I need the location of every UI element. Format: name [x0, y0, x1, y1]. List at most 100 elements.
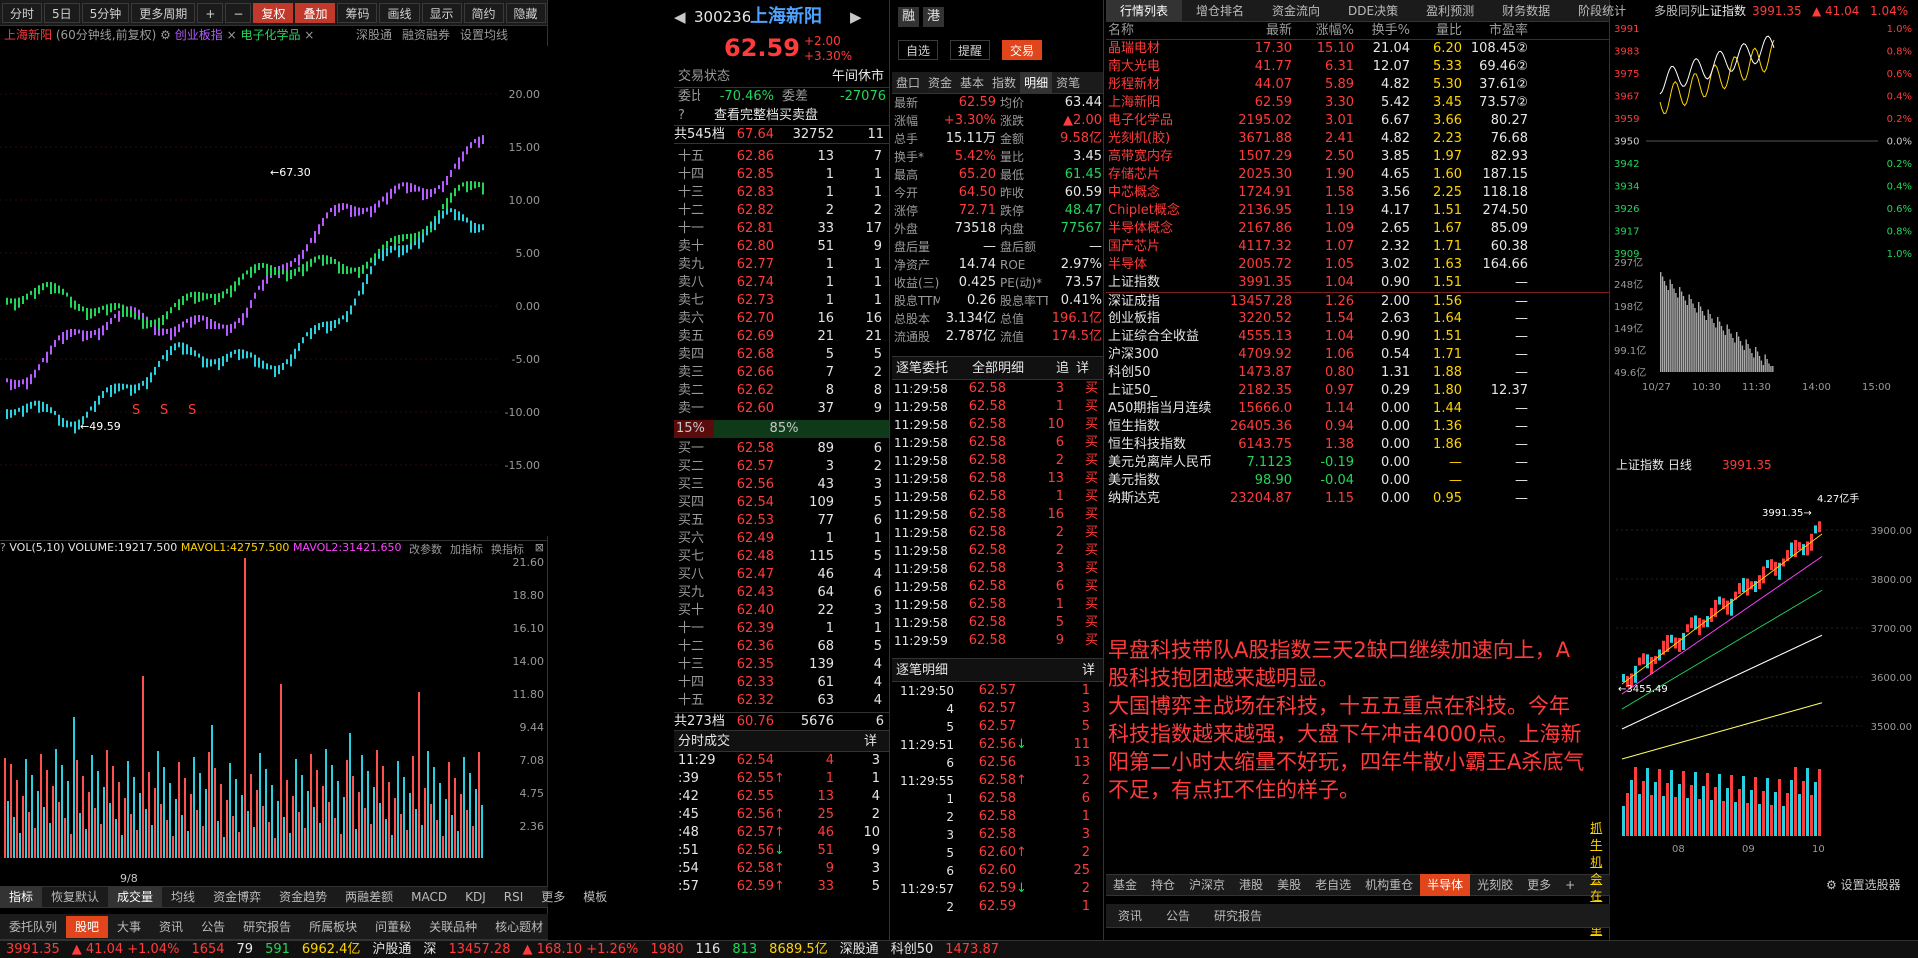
list-bottom-tab-7[interactable]: 半导体: [1420, 874, 1471, 896]
list-bottom-tab-4[interactable]: 美股: [1270, 874, 1308, 896]
list-row[interactable]: 恒生指数 26405.36 0.94 0.00 1.36 —: [1106, 418, 1609, 436]
list-bottom-tab-8[interactable]: 光刻胶: [1470, 874, 1520, 896]
overlay-label-1[interactable]: 创业板指: [175, 28, 223, 42]
info-tab-7[interactable]: 问董秘: [366, 916, 420, 938]
buy-level[interactable]: 买九 62.43 64 6: [674, 584, 889, 602]
vol-btn-1[interactable]: 加指标: [450, 543, 483, 556]
next-icon[interactable]: ▶: [850, 0, 870, 34]
list-row[interactable]: A50期指当月连续 15666.0 1.14 0.00 1.44 —: [1106, 400, 1609, 418]
buy-level[interactable]: 十四 62.33 61 4: [674, 674, 889, 692]
list-row[interactable]: 美元兑离岸人民币 7.1123 -0.19 0.00 — —: [1106, 454, 1609, 472]
list-header-5[interactable]: 市盈率: [1462, 22, 1528, 39]
indicator-tab-0[interactable]: 指标: [0, 886, 43, 908]
badge-rong[interactable]: 融: [898, 7, 920, 27]
detail-tab-0[interactable]: 盘口: [892, 72, 924, 94]
list-bottom-tab-10[interactable]: +: [1558, 874, 1582, 896]
mx-detail[interactable]: 详: [1082, 659, 1095, 681]
list-row[interactable]: 中芯概念 1724.91 1.58 3.56 2.25 118.18: [1106, 184, 1609, 202]
toolbar-btn-7[interactable]: 叠加: [295, 2, 336, 23]
info-tab-1[interactable]: 股吧: [66, 915, 109, 938]
list-row[interactable]: 创业板指 3220.52 1.54 2.63 1.64 —: [1106, 310, 1609, 328]
toolbar-btn-10[interactable]: 显示: [421, 2, 462, 23]
sell-level[interactable]: 卖十 62.80 51 9: [674, 238, 889, 256]
detail-tab-5[interactable]: 资笔: [1052, 72, 1084, 94]
list-row[interactable]: 科创50 1473.87 0.80 1.31 1.88 —: [1106, 364, 1609, 382]
expand-icon[interactable]: ?: [0, 541, 6, 554]
buy-level[interactable]: 买三 62.56 43 3: [674, 476, 889, 494]
indicator-tab-10[interactable]: 更多: [532, 886, 574, 908]
list-header-2[interactable]: 涨幅%: [1292, 22, 1354, 39]
list-row[interactable]: 半导体概念 2167.86 1.09 2.65 1.67 85.09: [1106, 220, 1609, 238]
list-row[interactable]: 上证50_ 2182.35 0.97 0.29 1.80 12.37: [1106, 382, 1609, 400]
toolbar-btn-3[interactable]: 更多周期: [131, 2, 196, 23]
buy-level[interactable]: 十三 62.35 139 4: [674, 656, 889, 674]
sell-level[interactable]: 十二 62.82 2 2: [674, 202, 889, 220]
sell-level[interactable]: 卖四 62.68 5 5: [674, 346, 889, 364]
sell-level[interactable]: 卖八 62.74 1 1: [674, 274, 889, 292]
buy-level[interactable]: 买八 62.47 46 4: [674, 566, 889, 584]
sell-level[interactable]: 卖一 62.60 37 9: [674, 400, 889, 418]
indicator-tab-9[interactable]: RSI: [495, 886, 533, 908]
toolbar-btn-8[interactable]: 筹码: [337, 2, 378, 23]
sell-level[interactable]: 十一 62.81 33 17: [674, 220, 889, 238]
list-row[interactable]: 美元指数 98.90 -0.04 0.00 — —: [1106, 472, 1609, 490]
watchlist-button[interactable]: 自选: [898, 40, 939, 60]
list-row[interactable]: Chiplet概念 2136.95 1.19 4.17 1.51 274.50: [1106, 202, 1609, 220]
list-bottom-tab-9[interactable]: 更多: [1520, 874, 1558, 896]
list-header-1[interactable]: 最新: [1224, 22, 1292, 39]
list-row[interactable]: 南大光电 41.77 6.31 12.07 5.33 69.46②: [1106, 58, 1609, 76]
sell-level[interactable]: 卖五 62.69 21 21: [674, 328, 889, 346]
indicator-tab-4[interactable]: 资金博弈: [204, 886, 270, 908]
list-row[interactable]: 半导体 2005.72 1.05 3.02 1.63 164.66: [1106, 256, 1609, 274]
vol-btn-0[interactable]: 改参数: [409, 543, 442, 556]
sell-level[interactable]: 卖三 62.66 7 2: [674, 364, 889, 382]
close-icon[interactable]: ⊠: [535, 541, 544, 554]
indicator-tab-3[interactable]: 均线: [162, 886, 204, 908]
list-row[interactable]: 沪深300 4709.92 1.06 0.54 1.71 —: [1106, 346, 1609, 364]
indicator-tab-11[interactable]: 模板: [574, 886, 616, 908]
list-tab-0[interactable]: 行情列表: [1106, 0, 1183, 22]
toolbar-btn-6[interactable]: 复权: [253, 2, 294, 23]
detail-tab-1[interactable]: 资金: [924, 72, 956, 94]
info-tab-0[interactable]: 委托队列: [0, 916, 66, 938]
badge-gang[interactable]: 港: [923, 7, 945, 27]
toolbar-btn-5[interactable]: −: [225, 2, 252, 23]
info-tab-6[interactable]: 所属板块: [300, 916, 366, 938]
list-bottom-tab-0[interactable]: 基金: [1106, 874, 1144, 896]
toolbar-btn-4[interactable]: +: [197, 2, 224, 23]
indicator-tab-2[interactable]: 成交量: [108, 886, 163, 908]
list-row[interactable]: 上证指数 3991.35 1.04 0.90 1.51 —: [1106, 274, 1609, 292]
chart-btn-0[interactable]: 深股通: [356, 28, 392, 42]
promo-link[interactable]: 抓牛机会在这里>>: [1590, 819, 1610, 952]
info-tab-9[interactable]: 核心题材: [486, 916, 552, 938]
sell-level[interactable]: 十三 62.83 1 1: [674, 184, 889, 202]
list-row[interactable]: 高带宽内存 1507.29 2.50 3.85 1.97 82.93: [1106, 148, 1609, 166]
zhubi-detail[interactable]: 详: [1076, 357, 1089, 379]
list-row[interactable]: 存储芯片 2025.30 1.90 4.65 1.60 187.15: [1106, 166, 1609, 184]
sell-level[interactable]: 卖九 62.77 1 1: [674, 256, 889, 274]
overlay-label-2[interactable]: 电子化学品: [240, 28, 300, 42]
list-tab-1[interactable]: 增仓排名: [1182, 0, 1258, 22]
toolbar-btn-0[interactable]: 分时: [2, 2, 43, 23]
detail-tab-3[interactable]: 指数: [988, 72, 1020, 94]
buy-level[interactable]: 买十 62.40 22 3: [674, 602, 889, 620]
close-icon[interactable]: ×: [304, 28, 314, 42]
list-row[interactable]: 上证综合全收益 4555.13 1.04 0.90 1.51 —: [1106, 328, 1609, 346]
toolbar-btn-11[interactable]: 简约: [463, 2, 504, 23]
list-tab-3[interactable]: DDE决策: [1334, 0, 1412, 22]
indicator-tab-6[interactable]: 两融差额: [336, 886, 402, 908]
list-header-0[interactable]: 名称: [1106, 22, 1224, 39]
status-item-14[interactable]: 深股通: [840, 942, 879, 957]
buy-level[interactable]: 买五 62.53 77 6: [674, 512, 889, 530]
toolbar-btn-1[interactable]: 5日: [44, 2, 80, 23]
list-tab-5[interactable]: 财务数据: [1488, 0, 1564, 22]
info-tab-5[interactable]: 研究报告: [234, 916, 300, 938]
zhubi-follow[interactable]: 追: [1056, 357, 1076, 379]
ticks-detail-button[interactable]: 详: [864, 731, 877, 751]
alert-button[interactable]: 提醒: [950, 40, 991, 60]
list-row[interactable]: 国产芯片 4117.32 1.07 2.32 1.71 60.38: [1106, 238, 1609, 256]
list-sub-tab-0[interactable]: 资讯: [1106, 905, 1154, 927]
info-tab-8[interactable]: 关联品种: [420, 916, 486, 938]
list-sub-tab-1[interactable]: 公告: [1154, 905, 1202, 927]
list-row[interactable]: 上海新阳 62.59 3.30 5.42 3.45 73.57②: [1106, 94, 1609, 112]
